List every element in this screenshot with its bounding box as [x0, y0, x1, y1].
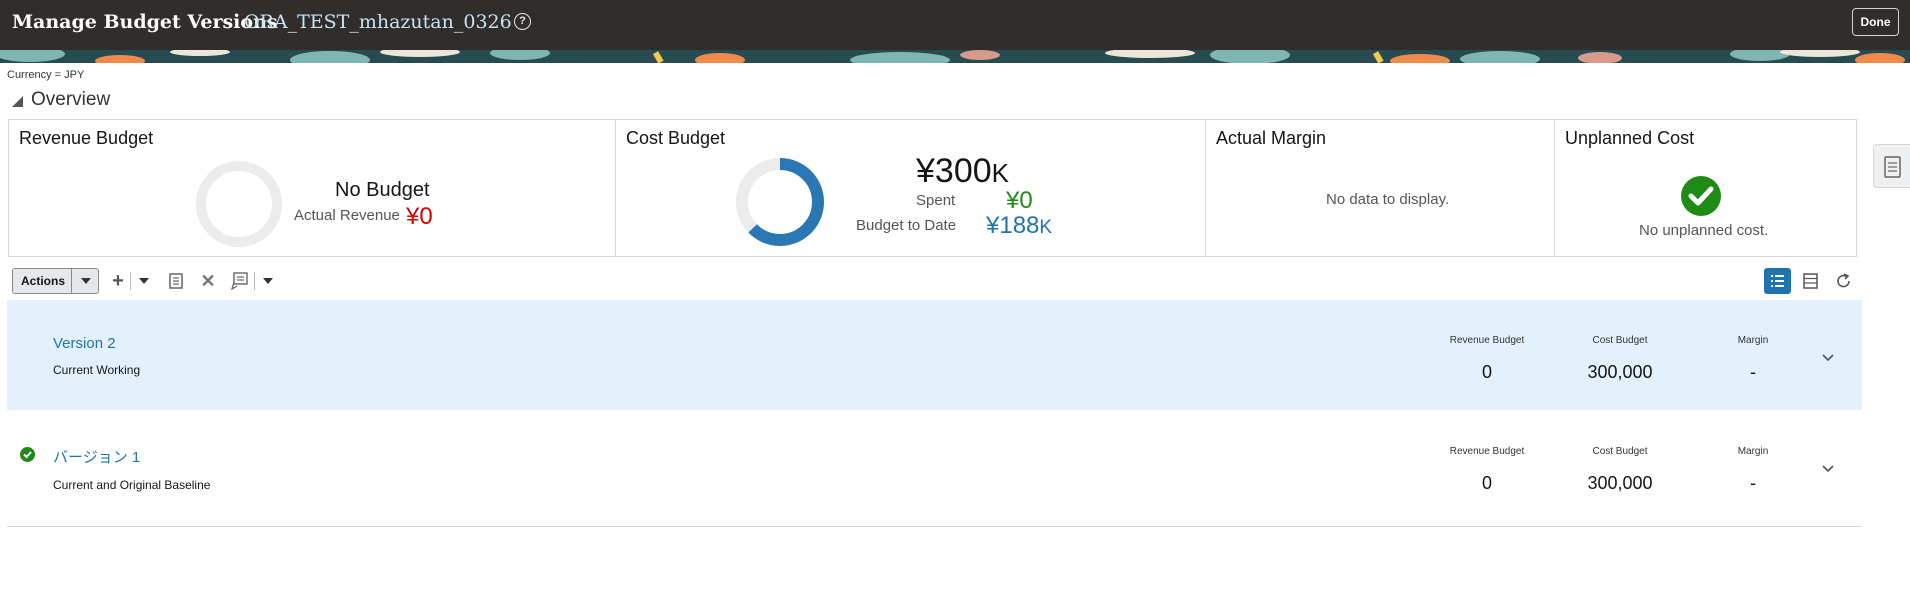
- version-name-link[interactable]: バージョン 1: [53, 446, 140, 467]
- margin-header: Margin: [1737, 446, 1769, 457]
- actual-margin-card: Actual Margin No data to display.: [1206, 120, 1555, 256]
- delete-icon[interactable]: ✕: [198, 270, 218, 292]
- spent-label: Spent: [916, 192, 956, 209]
- margin-header: Margin: [1737, 335, 1769, 346]
- more-dropdown-icon[interactable]: [258, 270, 278, 292]
- actual-revenue-label: Actual Revenue: [294, 207, 400, 224]
- spent-value: ¥0: [1006, 187, 1033, 214]
- cost-donut-chart: [736, 158, 824, 246]
- page-header: Manage Budget Versions ORA_TEST_mhazutan…: [0, 0, 1910, 50]
- list-view-icon[interactable]: [1764, 268, 1791, 294]
- unplanned-cost-card: Unplanned Cost No unplanned cost.: [1555, 120, 1856, 256]
- unplanned-cost-message: No unplanned cost.: [1639, 222, 1769, 239]
- toolbar-separator: [254, 272, 255, 290]
- document-icon: [1884, 156, 1901, 178]
- chevron-down-icon[interactable]: [1820, 461, 1836, 477]
- check-circle-icon: [1681, 176, 1721, 216]
- chevron-down-icon[interactable]: [1820, 350, 1836, 366]
- budget-to-date-suffix: K: [1039, 217, 1053, 238]
- revenue-budget-value: 0: [1481, 473, 1492, 493]
- version-row[interactable]: バージョン 1 Current and Original Baseline Re…: [7, 410, 1862, 527]
- actions-menu-button[interactable]: Actions: [12, 268, 99, 294]
- version-name-link[interactable]: Version 2: [53, 335, 116, 352]
- cost-budget-value: 300,000: [1587, 362, 1653, 382]
- collapse-triangle-icon: [12, 95, 23, 107]
- unplanned-cost-title: Unplanned Cost: [1565, 128, 1695, 148]
- overview-section-toggle[interactable]: Overview: [12, 89, 110, 111]
- actual-revenue-value: ¥0: [406, 203, 433, 230]
- actions-label: Actions: [21, 274, 66, 288]
- edit-comments-icon[interactable]: [230, 270, 250, 292]
- cost-budget-title: Cost Budget: [626, 128, 726, 148]
- budget-to-date-label: Budget to Date: [856, 217, 957, 234]
- project-name: ORA_TEST_mhazutan_0326: [244, 11, 512, 33]
- page-title: Manage Budget Versions: [12, 11, 278, 33]
- revenue-budget-header: Revenue Budget: [1449, 335, 1525, 346]
- toolbar-separator: [130, 272, 131, 290]
- side-panel-tab[interactable]: [1873, 144, 1910, 188]
- revenue-donut-chart: [196, 161, 282, 247]
- cost-budget-header: Cost Budget: [1592, 335, 1648, 346]
- currency-label: Currency = JPY: [7, 69, 85, 81]
- add-icon[interactable]: +: [108, 270, 128, 292]
- add-dropdown-icon[interactable]: [134, 270, 154, 292]
- cost-budget-total-suffix: K: [991, 158, 1009, 188]
- cost-budget-value: 300,000: [1587, 473, 1653, 493]
- done-button[interactable]: Done: [1852, 8, 1899, 36]
- table-view-icon[interactable]: [1797, 268, 1824, 294]
- actual-margin-title: Actual Margin: [1216, 128, 1327, 148]
- margin-value: -: [1750, 473, 1756, 493]
- version-status: Current and Original Baseline: [53, 478, 211, 492]
- margin-value: -: [1750, 362, 1756, 382]
- revenue-budget-card: Revenue Budget No Budget Actual Revenue …: [9, 120, 616, 256]
- version-status: Current Working: [53, 363, 141, 377]
- view-details-icon[interactable]: [166, 270, 186, 292]
- overview-heading: Overview: [31, 89, 111, 110]
- cost-budget-header: Cost Budget: [1592, 446, 1648, 457]
- cost-budget-total: ¥300K: [916, 152, 1009, 191]
- revenue-budget-value: 0: [1481, 362, 1492, 382]
- budget-to-date-value: ¥188K: [986, 212, 1052, 240]
- margin-no-data: No data to display.: [1326, 191, 1450, 208]
- baseline-check-icon: [20, 447, 35, 462]
- budget-to-date-amount: ¥188: [986, 212, 1040, 239]
- version-row[interactable]: Version 2 Current Working Revenue Budget…: [7, 300, 1862, 410]
- refresh-icon[interactable]: [1830, 268, 1857, 294]
- revenue-budget-header: Revenue Budget: [1449, 446, 1525, 457]
- help-icon[interactable]: ?: [514, 13, 531, 30]
- revenue-budget-title: Revenue Budget: [19, 128, 154, 148]
- overview-cards: Revenue Budget No Budget Actual Revenue …: [8, 119, 1857, 257]
- cost-budget-total-value: ¥300: [916, 152, 992, 190]
- actions-dropdown-icon[interactable]: [71, 269, 99, 293]
- decorative-banner: [0, 50, 1910, 63]
- cost-budget-card: Cost Budget ¥300K Spent ¥0 Budget to Dat…: [616, 120, 1206, 256]
- revenue-status: No Budget: [335, 179, 430, 201]
